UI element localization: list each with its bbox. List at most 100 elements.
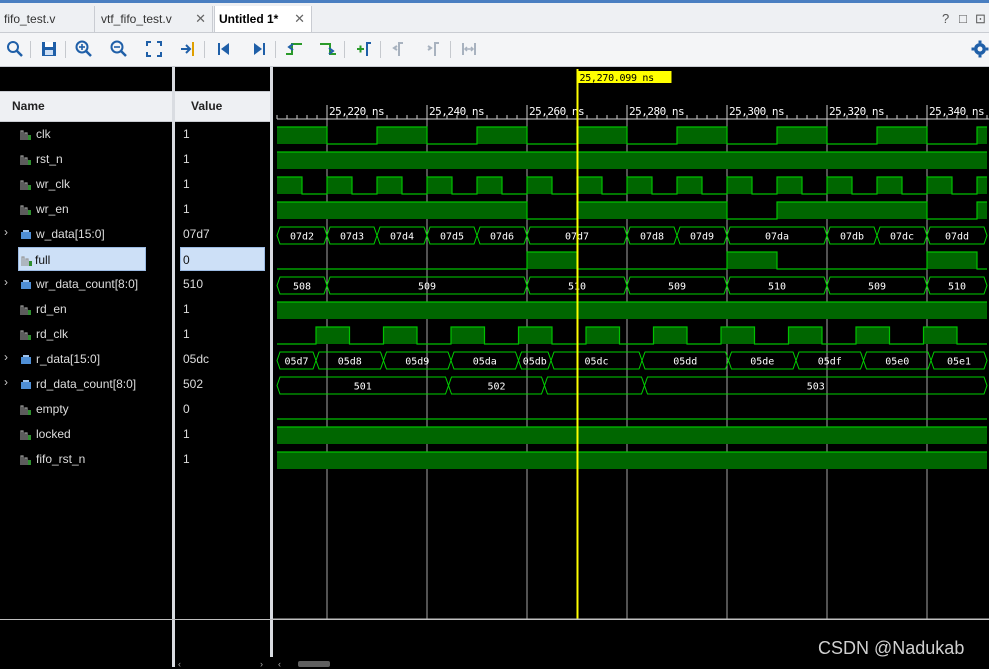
tab-untitled-1[interactable]: Untitled 1* ✕ (214, 6, 312, 32)
signal-value-row[interactable]: 1 (175, 172, 270, 196)
wave-high-fill (877, 127, 927, 144)
wave-high-fill (927, 177, 952, 194)
signal-value-row[interactable]: 1 (175, 297, 270, 321)
wave-high-fill (327, 177, 352, 194)
bus-signal-icon (21, 355, 31, 364)
next-transition-icon[interactable] (318, 39, 338, 59)
tab-label: fifo_test.v (4, 12, 56, 26)
help-icon[interactable]: ? (942, 11, 949, 26)
save-icon[interactable] (39, 39, 59, 59)
previous-marker-icon[interactable] (390, 39, 410, 59)
expand-chevron-icon[interactable]: › (4, 375, 8, 389)
signal-row[interactable]: rd_en (0, 297, 172, 321)
gear-icon[interactable] (970, 39, 989, 59)
zoom-fit-icon[interactable] (144, 39, 164, 59)
wave-high-fill (277, 127, 327, 144)
ruler-tick-label: 25,280 ns (629, 105, 684, 118)
wave-high-fill (577, 177, 602, 194)
signal-row[interactable]: › wr_data_count[8:0] (0, 272, 172, 296)
signal-row[interactable]: fifo_rst_n (0, 447, 172, 471)
bus-value-label: 503 (807, 382, 825, 393)
restore-icon[interactable]: □ (959, 11, 967, 26)
wave-high-fill (727, 177, 752, 194)
scalar-signal-icon (20, 205, 31, 215)
signal-row[interactable]: wr_clk (0, 172, 172, 196)
signal-value-row[interactable]: 1 (175, 447, 270, 471)
signal-row[interactable]: locked (0, 422, 172, 446)
signal-value-row[interactable]: 0 (175, 397, 270, 421)
wave-high-fill (527, 252, 577, 269)
signal-value-row[interactable]: 1 (175, 147, 270, 171)
go-to-time-0-icon[interactable] (214, 39, 234, 59)
tab-fifo-test[interactable]: fifo_test.v (0, 6, 95, 32)
wave-high-fill (477, 177, 502, 194)
ruler-tick-label: 25,320 ns (829, 105, 884, 118)
signal-row[interactable]: › r_data[15:0] (0, 347, 172, 371)
signal-row[interactable]: clk (0, 122, 172, 146)
bus-value-label: 510 (948, 282, 966, 293)
next-marker-icon[interactable] (424, 39, 444, 59)
wave-high-fill (777, 127, 827, 144)
bus-value-label: 05dc (584, 357, 608, 368)
signal-row[interactable]: empty (0, 397, 172, 421)
signal-row[interactable]: rd_clk (0, 322, 172, 346)
maximize-icon[interactable]: ⊡ (975, 11, 986, 27)
signal-value-row[interactable]: 1 (175, 122, 270, 146)
signal-row[interactable]: › rd_data_count[8:0] (0, 372, 172, 396)
waveform-viewer[interactable]: 25,220 ns 25,240 ns 25,260 ns 25,280 ns 25,3… (273, 67, 989, 620)
signal-value-row[interactable]: 0 (180, 247, 265, 271)
tab-close-icon[interactable]: ✕ (294, 6, 305, 32)
signal-row[interactable]: › w_data[15:0] (0, 222, 172, 246)
signal-name: clk (36, 127, 51, 141)
scroll-left-icon[interactable]: ‹ (278, 659, 281, 669)
zoom-in-icon[interactable] (74, 39, 94, 59)
scalar-signal-icon (20, 155, 31, 165)
bus-value-label: 05e0 (885, 357, 909, 368)
expand-chevron-icon[interactable]: › (4, 275, 8, 289)
bus-value-label: 07d6 (490, 232, 514, 243)
value-column-header[interactable]: Value (175, 91, 270, 122)
tab-close-icon[interactable]: ✕ (195, 6, 206, 32)
wave-high-fill (277, 427, 987, 444)
expand-chevron-icon[interactable]: › (4, 350, 8, 364)
signal-name: empty (36, 402, 69, 416)
signal-value-row[interactable]: 510 (175, 272, 270, 296)
wave-high-fill (477, 127, 527, 144)
swap-cursors-icon[interactable] (459, 39, 479, 59)
wave-high-fill (977, 202, 987, 219)
signal-value-row[interactable]: 1 (175, 322, 270, 346)
tab-vtf-fifo-test[interactable]: vtf_fifo_test.v ✕ (97, 6, 213, 32)
cursor-time-label: 25,270.099 ns (579, 73, 654, 84)
signal-value-row[interactable]: 05dc (175, 347, 270, 371)
wave-high-fill (721, 327, 755, 344)
bus-value-label: 07da (765, 232, 789, 243)
goto-cursor-icon[interactable] (178, 39, 198, 59)
bus-value-label: 510 (768, 282, 786, 293)
scroll-right-icon[interactable]: › (260, 659, 263, 669)
signal-row[interactable]: rst_n (0, 147, 172, 171)
add-marker-icon[interactable] (354, 39, 374, 59)
signal-row[interactable]: wr_en (0, 197, 172, 221)
bus-value-label: 07d8 (640, 232, 664, 243)
expand-chevron-icon[interactable]: › (4, 225, 8, 239)
horizontal-scrollbar-thumb[interactable] (298, 661, 330, 667)
go-to-last-time-icon[interactable] (249, 39, 269, 59)
signal-row[interactable]: full (18, 247, 146, 271)
scroll-left-icon[interactable]: ‹ (178, 659, 181, 669)
wave-high-fill (677, 127, 727, 144)
previous-transition-icon[interactable] (284, 39, 304, 59)
signal-value-row[interactable]: 07d7 (175, 222, 270, 246)
zoom-out-icon[interactable] (109, 39, 129, 59)
value-header-label: Value (191, 99, 223, 113)
ruler-tick-label: 25,220 ns (329, 105, 384, 118)
signal-value-row[interactable]: 1 (175, 422, 270, 446)
wave-high-fill (277, 152, 987, 169)
signal-name: full (35, 253, 51, 267)
wave-high-fill (927, 252, 977, 269)
signal-value-row[interactable]: 502 (175, 372, 270, 396)
scalar-signal-icon (20, 130, 31, 140)
signal-value-row[interactable]: 1 (175, 197, 270, 221)
wave-high-fill (377, 127, 427, 144)
search-icon[interactable] (5, 39, 25, 59)
name-column-header[interactable]: Name (0, 91, 172, 122)
